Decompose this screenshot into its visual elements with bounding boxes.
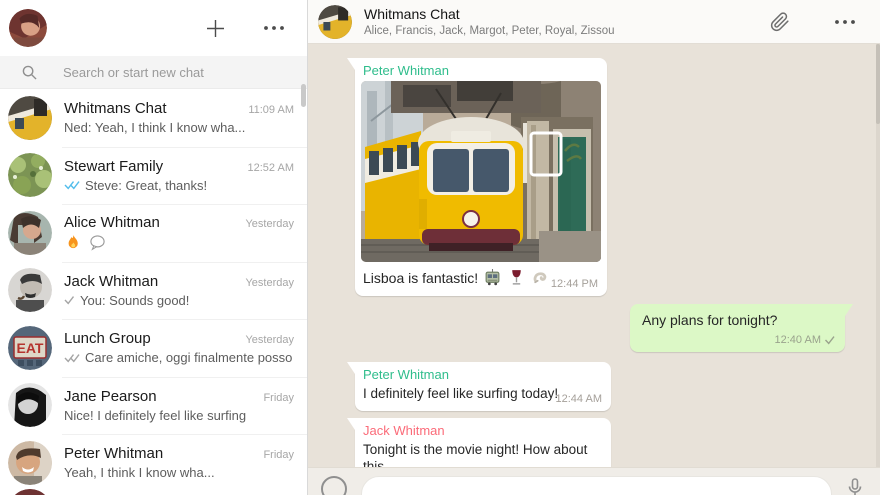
sidebar-scrollbar[interactable]: [301, 84, 306, 107]
message-sender: Peter Whitman: [355, 362, 611, 385]
list-item-stewart-family[interactable]: Stewart Family 12:52 AM Steve: Great, tha…: [0, 147, 307, 205]
message-incoming-text[interactable]: Jack Whitman Tonight is the movie night!…: [355, 418, 611, 467]
speech-balloon-emoji: [89, 234, 106, 251]
chat-preview: Yeah, I think I know wha...: [64, 465, 215, 480]
double-check-blue-icon: [64, 180, 80, 190]
avatar-eat-sign: EAT: [8, 326, 52, 370]
list-item-jack-whitman[interactable]: Jack Whitman Yesterday You: Sounds good!: [0, 262, 307, 320]
message-sender: Peter Whitman: [355, 58, 607, 81]
chat-name: Jane Pearson: [64, 388, 157, 405]
chat-preview: Nice! I definitely feel like surfing: [64, 408, 246, 423]
emoji-picker-button[interactable]: [321, 476, 347, 495]
chat-time: 12:52 AM: [248, 162, 294, 174]
message-text-line1: Tonight is the movie night! How about th…: [355, 441, 611, 467]
photo-lisbon-tram[interactable]: [361, 81, 601, 262]
composer: [308, 467, 880, 495]
message-time: 12:44 AM: [556, 393, 602, 405]
avatar-alice: [8, 211, 52, 255]
conversation-titles[interactable]: Whitmans Chat Alice, Francis, Jack, Marg…: [364, 6, 615, 37]
chat-time: Yesterday: [245, 218, 294, 230]
single-check-icon: [824, 335, 836, 345]
avatar-peter: [8, 441, 52, 485]
sidebar-header: [0, 0, 307, 56]
ellipsis-icon: [263, 25, 285, 31]
chat-name: Peter Whitman: [64, 445, 163, 462]
double-check-gray-icon: [64, 353, 80, 363]
message-caption: Lisboa is fantastic!: [363, 270, 478, 286]
message-text: Any plans for tonight?: [642, 312, 777, 328]
list-item-whitmans-chat[interactable]: Whitmans Chat 11:09 AM Ned: Yeah, I think…: [0, 89, 307, 147]
list-item-lunch-group[interactable]: EAT Lunch Group Yesterday Care amiche, og…: [0, 319, 307, 377]
single-check-icon: [64, 295, 75, 305]
search-icon: [22, 65, 37, 80]
search-bar: [0, 56, 307, 89]
chat-name: Jack Whitman: [64, 273, 158, 290]
chat-preview: Steve: Great, thanks!: [85, 178, 207, 193]
list-item-jane-pearson[interactable]: Jane Pearson Friday Nice! I definitely fe…: [0, 377, 307, 435]
chat-preview: Care amiche, oggi finalmente posso: [85, 350, 292, 365]
message-outgoing[interactable]: Any plans for tonight? 12:40 AM: [630, 304, 845, 352]
list-item-alice-whitman[interactable]: Alice Whitman Yesterday: [0, 204, 307, 262]
conversation-menu-button[interactable]: [832, 17, 858, 27]
chat-time: Yesterday: [245, 334, 294, 346]
conversation-header: Whitmans Chat Alice, Francis, Jack, Marg…: [308, 0, 880, 44]
message-list: Peter Whitman: [308, 44, 880, 467]
tram-emoji: [484, 269, 501, 286]
chat-name: Alice Whitman: [64, 214, 160, 231]
avatar-jack: [8, 268, 52, 312]
chat-name: Stewart Family: [64, 158, 163, 175]
message-input[interactable]: [361, 476, 832, 495]
user-avatar[interactable]: [9, 9, 47, 47]
list-item-peter-whitman[interactable]: Peter Whitman Friday Yeah, I think I know…: [0, 434, 307, 492]
chat-time: Yesterday: [245, 277, 294, 289]
chat-time: Friday: [263, 392, 294, 404]
chat-time: Friday: [263, 449, 294, 461]
conversation-title: Whitmans Chat: [364, 6, 615, 22]
sidebar-menu-button[interactable]: [261, 23, 287, 33]
shrimp-emoji: [532, 269, 549, 286]
plus-icon: [206, 19, 225, 38]
chat-name: Lunch Group: [64, 330, 151, 347]
wine-glass-emoji: [508, 269, 525, 286]
conversation-scrollbar[interactable]: [876, 44, 880, 467]
avatar-tram: [8, 96, 52, 140]
mic-icon: [848, 478, 862, 495]
avatar-jane: [8, 383, 52, 427]
message-incoming-text[interactable]: Peter Whitman I definitely feel like sur…: [355, 362, 611, 411]
new-chat-button[interactable]: [204, 17, 227, 40]
message-sender: Jack Whitman: [355, 418, 611, 441]
avatar-garden: [8, 153, 52, 197]
ellipsis-icon: [834, 19, 856, 25]
search-input[interactable]: [63, 65, 293, 80]
chat-list: Whitmans Chat 11:09 AM Ned: Yeah, I think…: [0, 89, 307, 495]
conversation-pane: Whitmans Chat Alice, Francis, Jack, Marg…: [308, 0, 880, 495]
sidebar: Whitmans Chat 11:09 AM Ned: Yeah, I think…: [0, 0, 308, 495]
paperclip-icon: [770, 12, 790, 32]
voice-message-button[interactable]: [846, 476, 864, 495]
fire-emoji: [65, 234, 82, 251]
conversation-members: Alice, Francis, Jack, Margot, Peter, Roy…: [364, 25, 615, 37]
group-avatar[interactable]: [318, 5, 352, 39]
whatsapp-window: Whitmans Chat 11:09 AM Ned: Yeah, I think…: [0, 0, 880, 495]
svg-text:EAT: EAT: [17, 340, 44, 356]
attach-button[interactable]: [768, 10, 792, 34]
chat-preview: Ned: Yeah, I think I know wha...: [64, 120, 245, 135]
message-time: 12:40 AM: [775, 334, 836, 346]
chat-preview: You: Sounds good!: [80, 293, 189, 308]
chat-time: 11:09 AM: [248, 104, 294, 116]
message-incoming-photo[interactable]: Peter Whitman: [355, 58, 607, 296]
chat-name: Whitmans Chat: [64, 100, 167, 117]
message-time: 12:44 PM: [551, 278, 598, 290]
